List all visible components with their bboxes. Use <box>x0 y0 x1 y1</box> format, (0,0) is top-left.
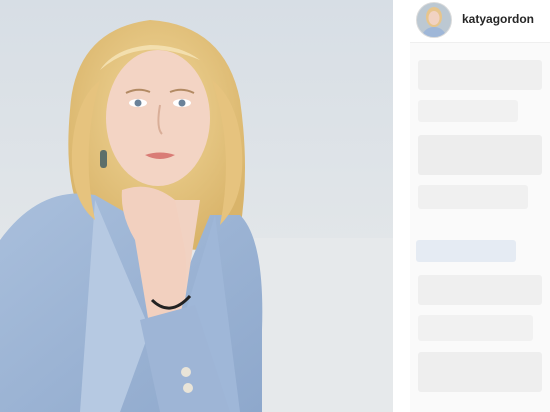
portrait-photo <box>0 0 393 412</box>
blurred-comment <box>418 100 518 122</box>
avatar-photo <box>417 3 451 37</box>
header-divider <box>410 42 550 43</box>
blurred-comment <box>418 60 542 90</box>
post-sidebar <box>410 0 550 412</box>
blurred-comment <box>418 352 542 392</box>
blurred-comment <box>418 185 528 209</box>
blurred-comment <box>418 315 533 341</box>
post-image[interactable] <box>0 0 393 412</box>
blurred-link <box>416 240 516 262</box>
blurred-comment <box>418 135 542 175</box>
username-link[interactable]: katyagordon <box>462 12 534 26</box>
blurred-comment <box>418 275 542 305</box>
avatar[interactable] <box>416 2 452 38</box>
column-gap <box>393 0 410 412</box>
